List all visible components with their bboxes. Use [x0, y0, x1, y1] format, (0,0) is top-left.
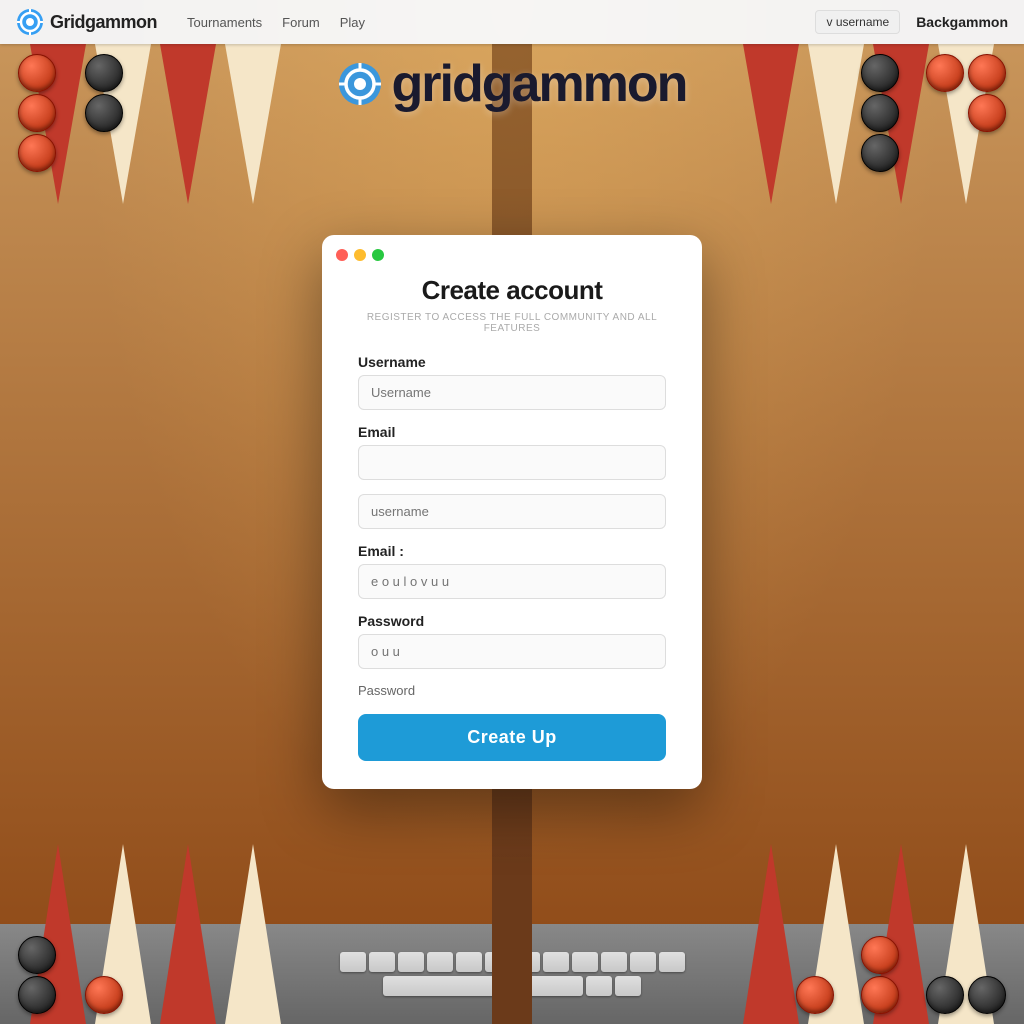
modal-overlay: Create account REGISTER TO ACCESS THE FU…	[0, 0, 1024, 1024]
minimize-button[interactable]	[354, 249, 366, 261]
username-group: Username	[358, 354, 666, 410]
registration-modal: Create account REGISTER TO ACCESS THE FU…	[322, 235, 702, 789]
submit-button[interactable]: Create Up	[358, 714, 666, 761]
username-label: Username	[358, 354, 666, 370]
maximize-button[interactable]	[372, 249, 384, 261]
username-input[interactable]	[358, 375, 666, 410]
username2-input[interactable]	[358, 494, 666, 529]
close-button[interactable]	[336, 249, 348, 261]
password-label: Password	[358, 613, 666, 629]
email2-label: Email :	[358, 543, 666, 559]
username2-group	[358, 494, 666, 529]
modal-subtitle: REGISTER TO ACCESS THE FULL COMMUNITY AN…	[358, 312, 666, 334]
screen-container: Gridgammon Tournaments Forum Play v user…	[0, 0, 1024, 1024]
modal-title: Create account	[358, 275, 666, 306]
password-group: Password	[358, 613, 666, 669]
password-input[interactable]	[358, 634, 666, 669]
traffic-lights	[336, 249, 384, 261]
email2-group: Email :	[358, 543, 666, 599]
email-group: Email	[358, 424, 666, 480]
email-label: Email	[358, 424, 666, 440]
email-input[interactable]	[358, 445, 666, 480]
password-hint: Password	[358, 683, 666, 698]
email2-input[interactable]	[358, 564, 666, 599]
